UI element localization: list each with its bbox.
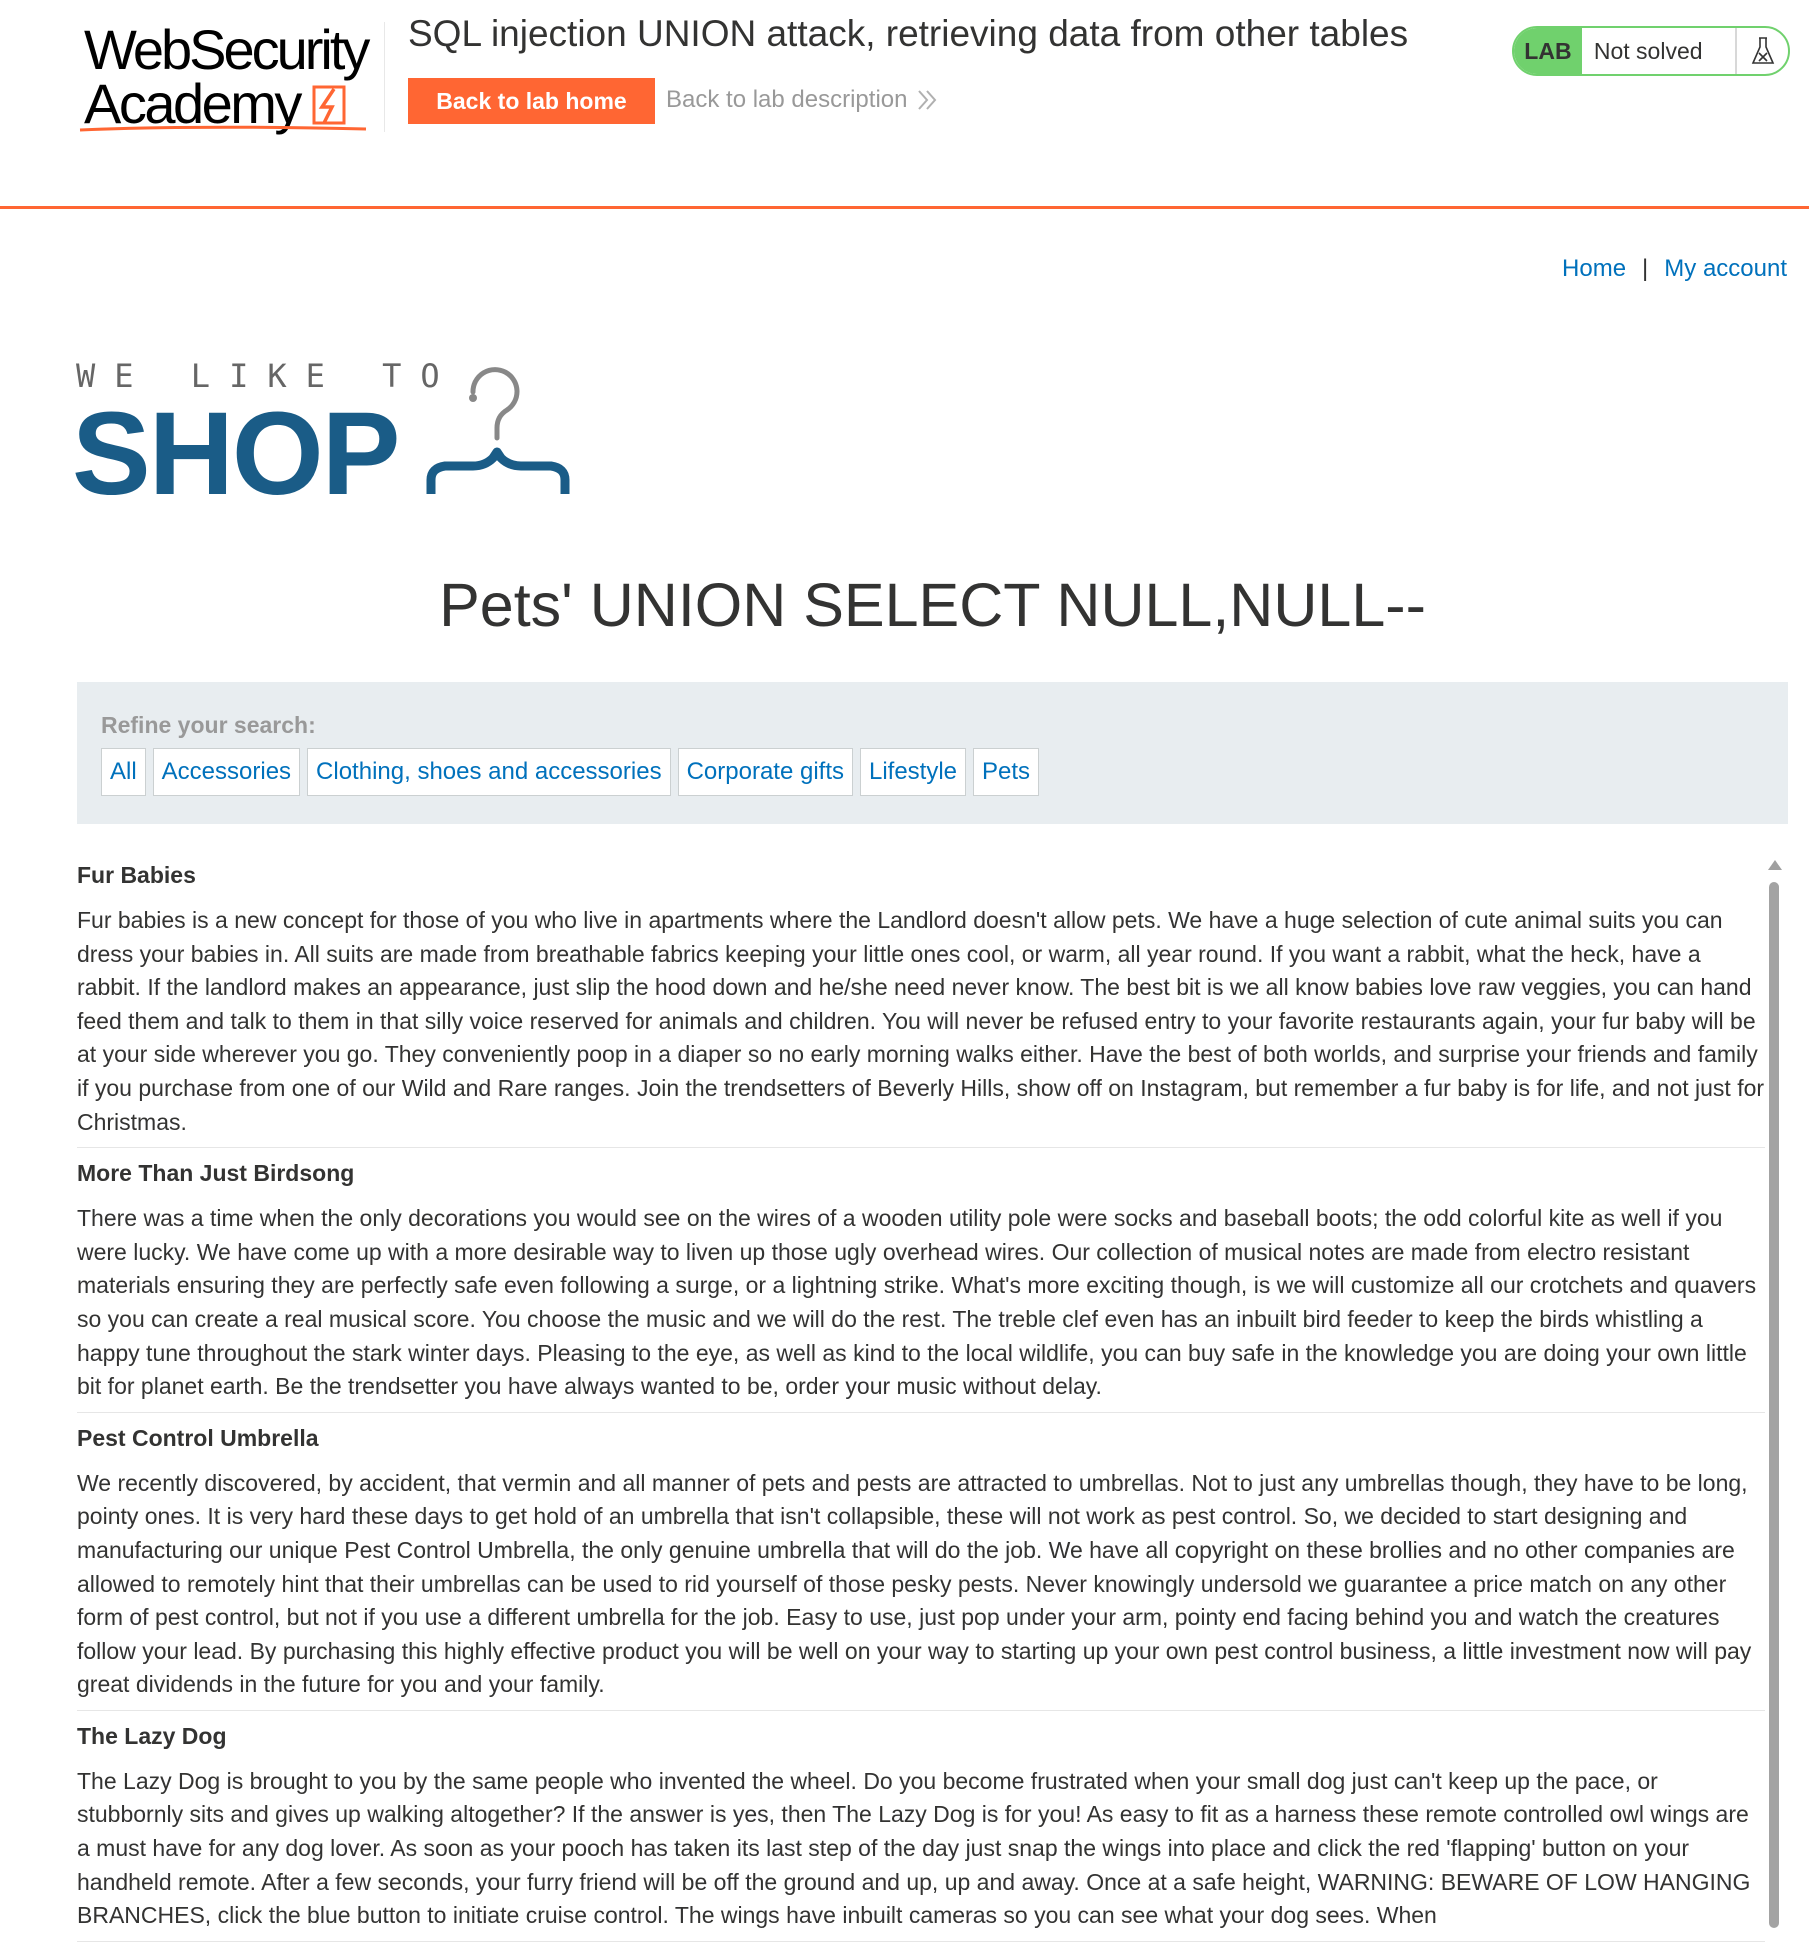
- product-name: Pest Control Umbrella: [77, 1424, 319, 1451]
- filter-panel: Refine your search: All Accessories Clot…: [77, 682, 1788, 824]
- product-description: There was a time when the only decoratio…: [77, 1205, 1757, 1400]
- product-description: We recently discovered, by accident, tha…: [77, 1469, 1752, 1698]
- filter-clothing[interactable]: Clothing, shoes and accessories: [307, 748, 671, 796]
- filter-pets[interactable]: Pets: [973, 748, 1040, 796]
- nav-my-account-link[interactable]: My account: [1664, 255, 1787, 283]
- scroll-up-arrow-icon[interactable]: [1768, 860, 1782, 870]
- academy-header: WebSecurity Academy SQL injection UNION …: [0, 0, 1809, 209]
- shop-word: SHOP: [72, 388, 400, 520]
- filter-accessories[interactable]: Accessories: [152, 748, 301, 796]
- results-table: Fur Babies Fur babies is a new concept f…: [77, 860, 1765, 1952]
- shop-logo: WE LIKE TO SHOP: [72, 356, 616, 514]
- product-name: The Lazy Dog: [77, 1722, 227, 1749]
- logo-underline: [79, 125, 367, 132]
- scroll-thumb[interactable]: [1769, 882, 1779, 1928]
- filter-lifestyle[interactable]: Lifestyle: [859, 748, 967, 796]
- filter-list: All Accessories Clothing, shoes and acce…: [101, 748, 1040, 796]
- lab-badge: LAB: [1514, 28, 1582, 74]
- back-to-lab-home-button[interactable]: Back to lab home: [408, 78, 655, 124]
- filter-corporate-gifts[interactable]: Corporate gifts: [677, 748, 853, 796]
- product-name: More Than Just Birdsong: [77, 1160, 355, 1187]
- hanger-icon: [426, 367, 570, 494]
- filter-title: Refine your search:: [101, 712, 316, 738]
- flask-icon: [1751, 37, 1774, 64]
- search-results-heading: Pets' UNION SELECT NULL,NULL--: [439, 571, 1426, 639]
- lab-status-widget: LAB Not solved: [1512, 26, 1790, 76]
- product-description: Fur babies is a new concept for those of…: [77, 907, 1765, 1135]
- filter-all[interactable]: All: [101, 748, 146, 796]
- top-nav: Home | My account: [1562, 255, 1787, 283]
- logo-line1: WebSecurity: [84, 18, 370, 81]
- academy-logo[interactable]: WebSecurity Academy: [74, 18, 384, 134]
- back-to-lab-description-label: Back to lab description: [666, 86, 908, 113]
- double-chevron-right-icon: [918, 90, 937, 110]
- lab-title: SQL injection UNION attack, retrieving d…: [408, 13, 1409, 54]
- nav-separator: |: [1642, 255, 1649, 282]
- lab-status-text: Not solved: [1593, 37, 1703, 64]
- table-row: More Than Just Birdsong There was a time…: [77, 1158, 1765, 1413]
- product-name: Fur Babies: [77, 862, 196, 888]
- back-to-lab-description-link[interactable]: Back to lab description: [666, 86, 937, 114]
- scrollbar[interactable]: [1766, 860, 1782, 1928]
- lab-flask: [1735, 28, 1788, 74]
- table-row: Fur Babies Fur babies is a new concept f…: [77, 860, 1765, 1149]
- table-row: The Lazy Dog The Lazy Dog is brought to …: [77, 1721, 1765, 1942]
- product-description: The Lazy Dog is brought to you by the sa…: [77, 1767, 1751, 1929]
- table-row: Pest Control Umbrella We recently discov…: [77, 1423, 1765, 1711]
- header-divider: [384, 22, 385, 132]
- nav-home-link[interactable]: Home: [1562, 255, 1626, 283]
